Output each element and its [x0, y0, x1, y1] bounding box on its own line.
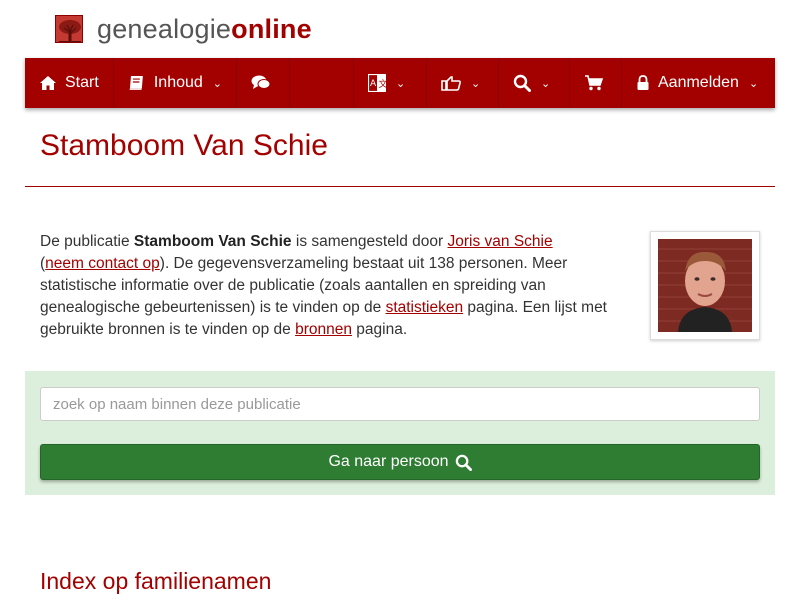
page-title: Stamboom Van Schie	[40, 129, 328, 162]
intro-text-1: De publicatie	[40, 233, 134, 250]
nav-start[interactable]: Start	[25, 58, 114, 108]
tree-logo-icon	[55, 15, 83, 43]
nav-inhoud[interactable]: Inhoud ⌄	[114, 58, 237, 108]
brand-name: genealogieonline	[97, 14, 312, 44]
site-logo[interactable]: genealogieonline	[55, 14, 312, 44]
person-search-panel: Ga naar persoon	[25, 371, 775, 495]
shopping-cart-icon	[585, 75, 604, 91]
person-search-input[interactable]	[40, 387, 760, 421]
nav-language[interactable]: A文 ⌄	[354, 58, 427, 108]
chevron-down-icon: ⌄	[748, 77, 759, 90]
nav-spacer	[290, 58, 354, 108]
nav-login[interactable]: Aanmelden ⌄	[622, 58, 775, 108]
language-icon: A文	[368, 74, 386, 92]
brand-part1: genealogie	[97, 14, 232, 44]
nav-start-label: Start	[65, 74, 99, 91]
svg-text:A: A	[370, 79, 377, 89]
svg-text:文: 文	[379, 78, 387, 90]
contact-link[interactable]: neem contact op	[45, 255, 160, 272]
go-to-person-label: Ga naar persoon	[328, 453, 449, 470]
nav-inhoud-label: Inhoud	[153, 74, 203, 91]
surname-index-heading: Index op familienamen	[40, 568, 272, 594]
chevron-down-icon: ⌄	[212, 77, 222, 90]
chevron-down-icon: ⌄	[541, 77, 551, 90]
nav-search[interactable]: ⌄	[499, 58, 570, 108]
author-photo-frame	[650, 231, 760, 340]
intro-text-2: is samengesteld door	[291, 233, 448, 250]
nav-shop[interactable]	[570, 58, 622, 108]
publication-intro: De publicatie Stamboom Van Schie is same…	[40, 231, 610, 341]
author-link[interactable]: Joris van Schie	[448, 233, 553, 250]
intro-text-6: pagina.	[351, 321, 408, 338]
search-icon	[513, 74, 531, 92]
book-icon	[129, 76, 143, 90]
go-to-person-button[interactable]: Ga naar persoon	[40, 444, 760, 480]
title-divider	[25, 186, 775, 187]
sources-link[interactable]: bronnen	[295, 321, 352, 338]
brand-part2: online	[231, 14, 312, 44]
hand-point-icon	[441, 76, 461, 91]
chevron-down-icon: ⌄	[471, 77, 481, 90]
lock-icon	[637, 75, 649, 90]
chevron-down-icon: ⌄	[396, 77, 406, 90]
search-icon	[455, 454, 472, 471]
home-icon	[40, 76, 56, 90]
nav-login-label: Aanmelden	[658, 74, 739, 91]
author-photo	[658, 239, 752, 332]
nav-forum[interactable]	[237, 58, 290, 108]
statistics-link[interactable]: statistieken	[386, 299, 464, 316]
comments-icon	[251, 75, 271, 89]
publication-name: Stamboom Van Schie	[133, 233, 292, 250]
main-navbar: Start Inhoud ⌄ A文 ⌄ ⌄ ⌄ Aanmelden ⌄	[25, 58, 775, 108]
nav-share[interactable]: ⌄	[427, 58, 499, 108]
